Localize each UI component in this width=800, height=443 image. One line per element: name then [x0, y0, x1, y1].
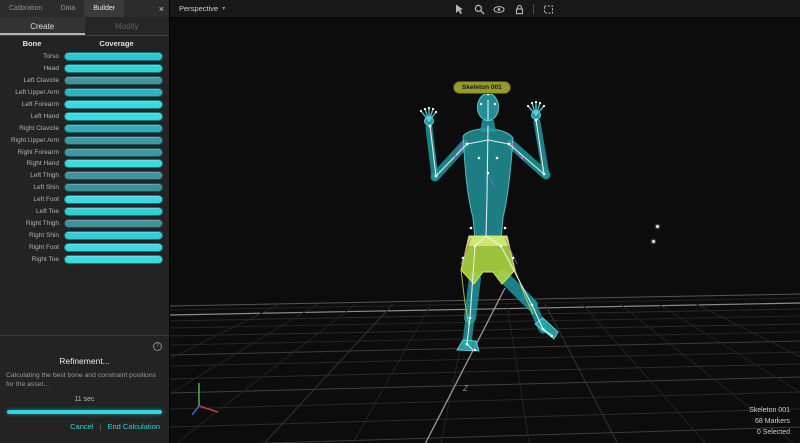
panel-spacer: [0, 265, 169, 335]
coverage-bar: [64, 255, 163, 264]
tab-create[interactable]: Create: [0, 17, 85, 35]
lock-icon[interactable]: [513, 3, 525, 15]
viewport-tools: [453, 0, 554, 18]
bone-row-left-foot[interactable]: Left Foot: [0, 194, 163, 206]
bone-label: Right Shin: [0, 232, 64, 239]
zoom-icon[interactable]: [473, 3, 485, 15]
app-window: Calibration Data Builder × Create Modify…: [0, 0, 800, 443]
bone-row-left-forearm[interactable]: Left Forearm: [0, 99, 163, 111]
coverage-bar: [64, 124, 163, 133]
bone-label: Right Thigh: [0, 220, 64, 227]
status-marker-count: 68 Markers: [749, 416, 790, 427]
coverage-bar: [64, 100, 163, 109]
tab-calibration[interactable]: Calibration: [0, 0, 51, 17]
bone-label: Left Upper Arm: [0, 89, 64, 96]
refinement-description: Calculating the best bone and constraint…: [6, 371, 163, 389]
status-skeleton-name: Skeleton 001: [749, 405, 790, 416]
coverage-bar: [64, 171, 163, 180]
coverage-bar: [64, 159, 163, 168]
bone-row-right-hand[interactable]: Right Hand: [0, 158, 163, 170]
skeleton-name-label[interactable]: Skeleton 001: [453, 81, 511, 94]
coverage-bar: [64, 112, 163, 121]
cancel-button[interactable]: Cancel: [70, 422, 93, 431]
tab-modify[interactable]: Modify: [85, 17, 170, 35]
bone-row-right-clavicle[interactable]: Right Clavicle: [0, 122, 163, 134]
coverage-bar: [64, 207, 163, 216]
coverage-bar: [64, 183, 163, 192]
viewport-3d[interactable]: Skeleton 001 Z Skeleton 001 68 Markers 0…: [170, 18, 800, 443]
bone-row-right-thigh[interactable]: Right Thigh: [0, 217, 163, 229]
column-headers: Bone Coverage: [0, 36, 169, 51]
coverage-bar: [64, 243, 163, 252]
bone-label: Left Thigh: [0, 172, 64, 179]
bone-label: Right Clavicle: [0, 125, 64, 132]
tab-data[interactable]: Data: [51, 0, 84, 17]
bone-label: Left Clavicle: [0, 77, 64, 84]
bone-row-torso[interactable]: Torso: [0, 51, 163, 63]
builder-panel: Calibration Data Builder × Create Modify…: [0, 0, 170, 443]
marker-dot[interactable]: [656, 225, 659, 228]
coverage-bar: [64, 195, 163, 204]
selection-status: Skeleton 001 68 Markers 0 Selected: [749, 405, 790, 438]
view-selector-label: Perspective: [179, 4, 218, 13]
bone-row-right-forearm[interactable]: Right Forearm: [0, 146, 163, 158]
bone-label: Left Shin: [0, 184, 64, 191]
refinement-progress-bar: [7, 410, 162, 414]
bone-coverage-list: Torso Head Left Clavicle Left Upper Arm …: [0, 51, 169, 265]
bone-row-left-clavicle[interactable]: Left Clavicle: [0, 75, 163, 87]
bone-label: Right Upper Arm: [0, 137, 64, 144]
bone-row-right-toe[interactable]: Right Toe: [0, 253, 163, 265]
link-separator: |: [100, 422, 102, 431]
z-axis-label: Z: [463, 384, 468, 393]
bone-row-left-upper-arm[interactable]: Left Upper Arm: [0, 87, 163, 99]
coverage-bar: [64, 136, 163, 145]
refinement-title: Refinement...: [6, 356, 163, 366]
coverage-bar: [64, 219, 163, 228]
bone-label: Right Forearm: [0, 149, 64, 156]
bone-label: Left Forearm: [0, 101, 64, 108]
bone-label: Left Foot: [0, 196, 64, 203]
bone-row-head[interactable]: Head: [0, 63, 163, 75]
skeleton-figure[interactable]: [405, 78, 575, 378]
refinement-section: ? Refinement... Calculating the best bon…: [0, 335, 169, 443]
coverage-bar: [64, 148, 163, 157]
bone-row-left-shin[interactable]: Left Shin: [0, 182, 163, 194]
bone-row-left-hand[interactable]: Left Hand: [0, 110, 163, 122]
coverage-bar: [64, 231, 163, 240]
column-header-bone: Bone: [0, 39, 64, 48]
marquee-select-icon[interactable]: [542, 3, 554, 15]
bone-label: Right Hand: [0, 160, 64, 167]
chevron-down-icon: ▾: [222, 5, 225, 12]
coverage-bar: [64, 64, 163, 73]
select-cursor-icon[interactable]: [453, 3, 465, 15]
bone-label: Left Toe: [0, 208, 64, 215]
eye-icon[interactable]: [493, 3, 505, 15]
bone-label: Right Toe: [0, 256, 64, 263]
viewport-toolbar: Perspective ▾: [170, 0, 800, 18]
panel-tabbar: Calibration Data Builder ×: [0, 0, 169, 17]
bone-row-right-upper-arm[interactable]: Right Upper Arm: [0, 134, 163, 146]
coverage-bar: [64, 52, 163, 61]
marker-dot[interactable]: [652, 240, 655, 243]
bone-row-left-toe[interactable]: Left Toe: [0, 206, 163, 218]
status-selected-count: 0 Selected: [749, 427, 790, 438]
bone-label: Torso: [0, 53, 64, 60]
bone-label: Left Hand: [0, 113, 64, 120]
view-selector-dropdown[interactable]: Perspective ▾: [179, 4, 225, 13]
bone-row-right-shin[interactable]: Right Shin: [0, 229, 163, 241]
mode-tabs: Create Modify: [0, 17, 169, 36]
refinement-elapsed-time: 11 sec: [6, 396, 163, 403]
help-icon[interactable]: ?: [153, 342, 162, 351]
bone-label: Right Foot: [0, 244, 64, 251]
toolbar-separator: [533, 4, 534, 14]
bone-label: Head: [0, 65, 64, 72]
tab-builder[interactable]: Builder: [84, 0, 124, 17]
close-icon[interactable]: ×: [159, 0, 164, 17]
coverage-bar: [64, 88, 163, 97]
coverage-bar: [64, 76, 163, 85]
end-calculation-button[interactable]: End Calculation: [107, 422, 160, 431]
bone-row-left-thigh[interactable]: Left Thigh: [0, 170, 163, 182]
bone-row-right-foot[interactable]: Right Foot: [0, 241, 163, 253]
column-header-coverage: Coverage: [64, 39, 169, 48]
